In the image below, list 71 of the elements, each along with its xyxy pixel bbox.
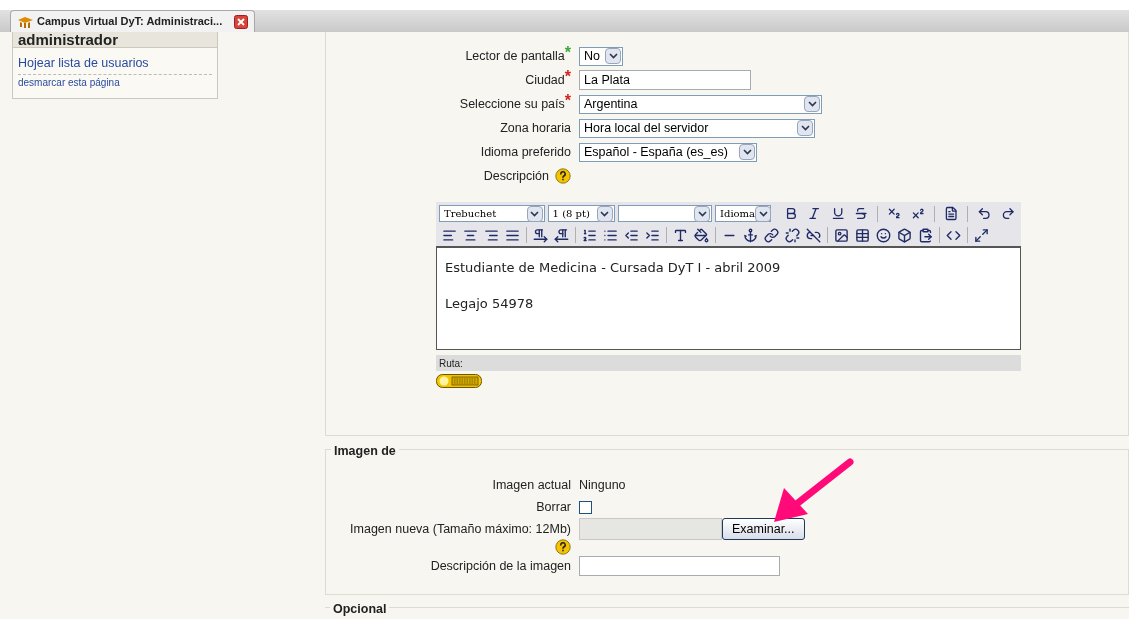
paste-icon[interactable] [918,227,933,243]
redo-icon[interactable] [1000,206,1015,221]
undo-icon[interactable] [977,206,992,221]
image-icon[interactable] [834,227,849,243]
link-icon[interactable] [764,227,779,243]
strikethrough-icon[interactable] [853,206,869,221]
superscript-icon[interactable] [910,206,925,221]
editor-content-area[interactable]: Estudiante de Medicina - Cursada DyT I - abril 2009 Legajo 54978 [436,246,1021,350]
help-icon[interactable] [555,539,571,556]
field-label: Imagen actual [492,477,571,495]
keyboard-help-icon[interactable] [436,374,482,388]
tab-title: Campus Virtual DyT: Administraci... [37,14,223,30]
checkbox[interactable] [579,500,592,514]
table-icon[interactable] [855,227,870,243]
field-label: Seleccione su país [459,96,565,113]
browser-tab[interactable]: Campus Virtual DyT: Administraci... [10,10,255,32]
graduation-cap-icon [17,15,34,28]
document-icon[interactable] [943,206,959,221]
link-off-icon[interactable] [806,227,821,243]
field-label: Ciudad [525,72,565,89]
dropdown[interactable]: Hora local del servidor [579,118,815,138]
dropdown[interactable]: Español - España (es_es) [579,142,757,162]
dropdown[interactable]: Argentina [579,94,822,114]
editor-paragraph: Legajo 54978 [445,294,535,313]
close-icon[interactable] [234,14,248,29]
bullet-list-icon[interactable] [603,227,618,243]
pilcrow-right-icon[interactable] [533,227,548,243]
dropdown[interactable]: Trebuchet [439,205,545,222]
fullscreen-icon[interactable] [974,227,989,243]
dropdown[interactable] [617,205,713,222]
field-label: Zona horaria [500,119,571,137]
field-label: Descripción [483,167,549,185]
underline-icon[interactable] [830,206,845,221]
pilcrow-left-icon[interactable] [554,227,569,243]
dropdown[interactable]: 1 (8 pt) [547,205,615,222]
block-heading: administrador [18,32,119,47]
unlink-icon[interactable] [785,227,800,243]
smiley-icon[interactable] [876,227,891,243]
numbered-list-icon[interactable] [582,227,597,243]
help-icon[interactable] [555,168,571,184]
editor-paragraph: Estudiante de Medicina - Cursada DyT I - abril 2009 [445,259,782,277]
align-center-icon[interactable] [463,227,478,243]
field-value: Ninguno [579,477,626,495]
text-field[interactable]: La Plata [579,70,751,90]
text-color-icon[interactable] [673,227,688,243]
subscript-icon[interactable] [887,206,902,221]
required-marker: * [564,46,571,59]
sidebar-link[interactable]: desmarcar esta página [18,74,212,90]
path-label: Ruta: [439,356,463,371]
field-label: Borrar [536,499,571,517]
required-marker: * [564,94,571,107]
browse-button[interactable]: Examinar... [722,518,805,541]
required-marker: * [564,70,571,83]
field-label: Imagen nueva (Tamaño máximo: 12Mb) [350,521,571,539]
align-left-icon[interactable] [442,227,457,243]
dropdown[interactable]: Idioma [715,205,772,222]
cube-icon[interactable] [897,227,912,243]
field-label: Lector de pantalla [465,48,565,65]
sidebar-link[interactable]: Hojear lista de usuarios [18,54,212,75]
align-justify-icon[interactable] [505,227,520,243]
field-label: Idioma preferido [480,143,571,161]
anchor-icon[interactable] [743,227,758,243]
align-right-icon[interactable] [484,227,499,243]
field-label: Descripción de la imagen [430,558,571,576]
text-field[interactable] [579,556,780,577]
file-path-field[interactable] [579,518,722,541]
indent-icon[interactable] [645,227,660,243]
dropdown[interactable]: No [579,46,623,66]
paint-bucket-icon[interactable] [694,227,709,243]
outdent-icon[interactable] [624,227,639,243]
italic-icon[interactable] [807,206,822,221]
